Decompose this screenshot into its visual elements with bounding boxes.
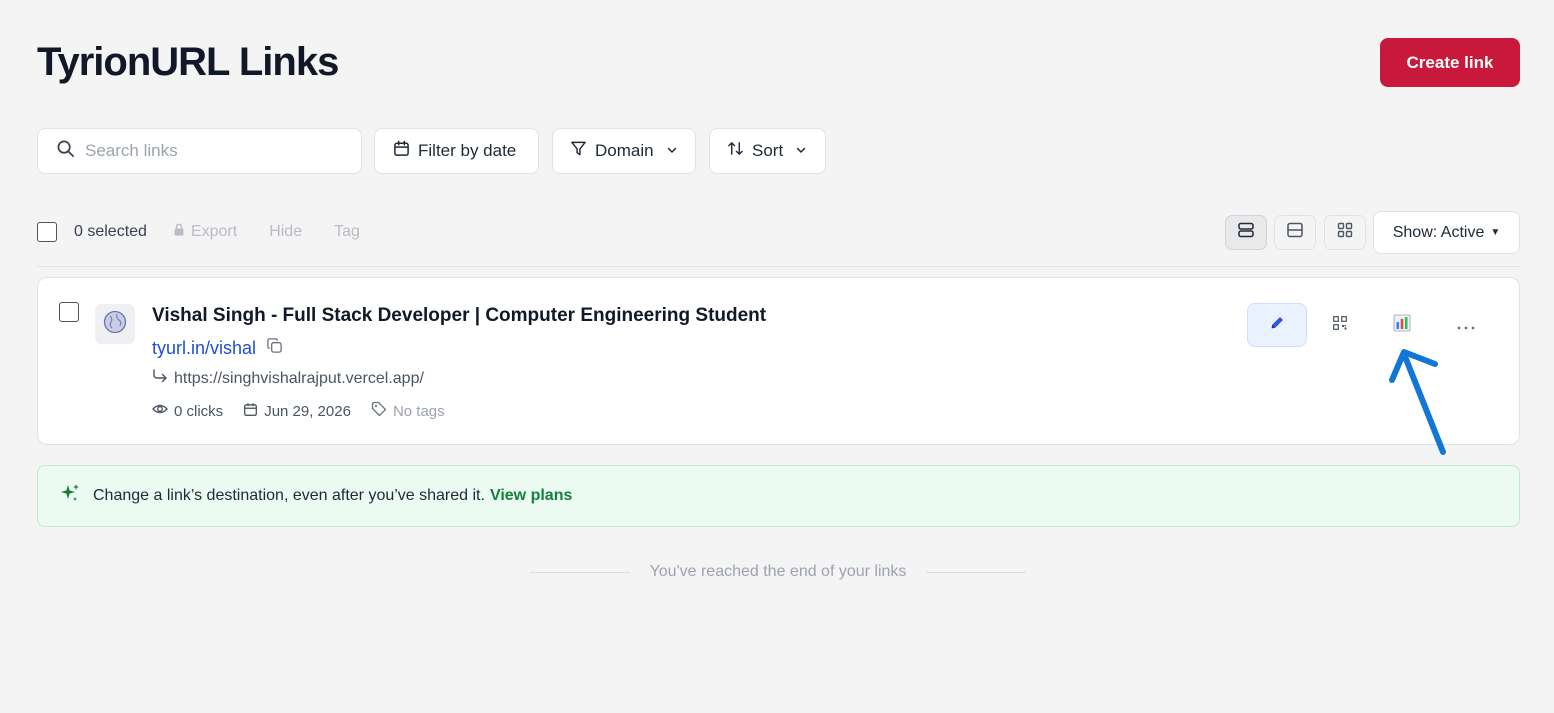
view-compact-button[interactable] [1274, 215, 1316, 250]
view-plans-link[interactable]: View plans [490, 487, 572, 505]
end-divider-right [926, 571, 1027, 573]
show-filter-dropdown[interactable]: Show: Active ▼ [1373, 211, 1520, 254]
upsell-banner: Change a link’s destination, even after … [37, 465, 1520, 527]
destination-url[interactable]: https://singhvishalrajput.vercel.app/ [174, 370, 424, 388]
rows-view-icon [1237, 221, 1255, 244]
link-meta: 0 clicks Jun 29, 2026 No tags [152, 401, 465, 421]
funnel-icon [570, 140, 587, 162]
sort-arrows-icon [727, 140, 744, 162]
tags-info[interactable]: No tags [371, 401, 445, 421]
short-url-row: tyurl.in/vishal [152, 337, 283, 359]
more-dots-icon [1456, 314, 1476, 337]
redirect-arrow-icon [152, 368, 168, 389]
bar-chart-icon [1393, 314, 1411, 337]
selected-count: 0 selected [74, 223, 147, 240]
export-label: Export [190, 223, 238, 240]
tags-text: No tags [392, 402, 445, 420]
lock-icon [173, 223, 185, 241]
grid-view-icon [1336, 221, 1354, 244]
end-of-list-text: You've reached the end of your links [649, 563, 907, 580]
clicks-stat: 0 clicks [152, 401, 223, 421]
filter-by-date-button[interactable]: Filter by date [374, 128, 539, 174]
search-icon [56, 139, 75, 163]
globe-icon [103, 310, 127, 339]
favicon [95, 304, 135, 344]
domain-label: Domain [595, 141, 654, 160]
view-rows-button[interactable] [1225, 215, 1267, 250]
eye-icon [152, 401, 168, 421]
create-link-button[interactable]: Create link [1380, 38, 1520, 87]
link-title[interactable]: Vishal Singh - Full Stack Developer | Co… [152, 305, 766, 327]
clicks-count: 0 clicks [174, 402, 224, 420]
pencil-icon [1269, 315, 1285, 336]
destination-row: https://singhvishalrajput.vercel.app/ [152, 368, 424, 389]
calendar-icon [393, 140, 410, 162]
page-title: TyrionURL Links [37, 40, 339, 84]
link-card[interactable]: Vishal Singh - Full Stack Developer | Co… [37, 277, 1520, 445]
tag-icon [371, 401, 387, 421]
filter-by-date-label: Filter by date [418, 141, 517, 160]
bulk-actions-bar: 0 selected Export Hide Tag [37, 220, 360, 244]
show-filter-label: Show: Active [1392, 223, 1485, 241]
end-divider-left [529, 571, 630, 573]
hide-button[interactable]: Hide [269, 223, 302, 241]
copy-icon[interactable] [266, 337, 283, 359]
compact-view-icon [1286, 221, 1304, 244]
tag-button[interactable]: Tag [334, 223, 360, 241]
export-button[interactable]: Export [173, 223, 237, 241]
short-url-link[interactable]: tyurl.in/vishal [152, 338, 256, 359]
sort-label: Sort [752, 141, 784, 160]
caret-down-icon: ▼ [1490, 227, 1501, 238]
calendar-icon [243, 402, 258, 421]
sort-dropdown[interactable]: Sort [709, 128, 826, 174]
divider [37, 266, 1520, 267]
created-date-text: Jun 29, 2026 [264, 402, 351, 420]
edit-link-button[interactable] [1247, 303, 1307, 347]
select-all-checkbox[interactable] [37, 222, 57, 242]
chevron-down-icon [666, 141, 678, 161]
search-input[interactable] [85, 141, 345, 161]
qr-code-button[interactable] [1310, 303, 1370, 347]
analytics-button[interactable] [1372, 303, 1432, 347]
end-of-list: You've reached the end of your links [524, 563, 1032, 581]
link-select-checkbox[interactable] [59, 302, 79, 322]
search-box[interactable] [37, 128, 362, 174]
qr-code-icon [1333, 315, 1347, 335]
chevron-down-icon [795, 141, 807, 161]
domain-dropdown[interactable]: Domain [552, 128, 696, 174]
created-date: Jun 29, 2026 [243, 402, 351, 421]
upsell-text: Change a link’s destination, even after … [93, 487, 485, 504]
sparkles-icon [59, 483, 81, 510]
view-grid-button[interactable] [1324, 215, 1366, 250]
more-options-button[interactable] [1436, 303, 1496, 347]
